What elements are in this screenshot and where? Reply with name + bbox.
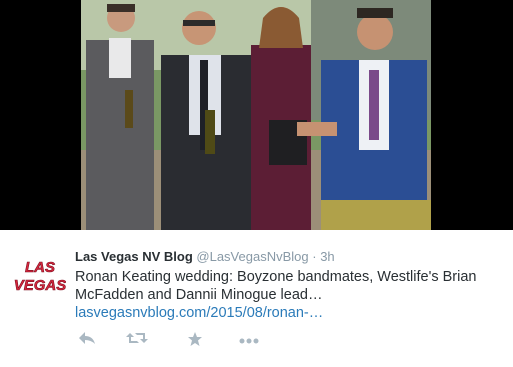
- more-icon[interactable]: [237, 331, 261, 349]
- tweet-text-line-1: Ronan Keating wedding: Boyzone bandmates…: [75, 269, 477, 285]
- author-handle[interactable]: @LasVegasNvBlog: [196, 249, 308, 264]
- star-icon[interactable]: [183, 331, 207, 349]
- avatar[interactable]: LAS VEGAS: [14, 252, 66, 304]
- tweet-photo[interactable]: [81, 0, 431, 230]
- tweet-media[interactable]: [0, 0, 513, 230]
- header-separator: ·: [312, 249, 317, 264]
- tweet-text: Ronan Keating wedding: Boyzone bandmates…: [75, 268, 505, 322]
- tweet-header: Las Vegas NV Blog @LasVegasNvBlog · 3h: [75, 249, 335, 264]
- tweet-time[interactable]: 3h: [320, 249, 334, 264]
- svg-text:LAS: LAS: [25, 259, 55, 276]
- svg-text:VEGAS: VEGAS: [14, 277, 66, 294]
- retweet-icon[interactable]: [125, 331, 149, 349]
- las-vegas-logo: LAS VEGAS: [14, 252, 66, 304]
- tweet-text-line-2: McFadden and Dannii Minogue lead…: [75, 287, 323, 303]
- wedding-guests-photo: [81, 0, 431, 230]
- author-name[interactable]: Las Vegas NV Blog: [75, 249, 193, 264]
- reply-icon[interactable]: [75, 331, 99, 349]
- tweet-link[interactable]: lasvegasnvblog.com/2015/08/ronan-…: [75, 304, 505, 322]
